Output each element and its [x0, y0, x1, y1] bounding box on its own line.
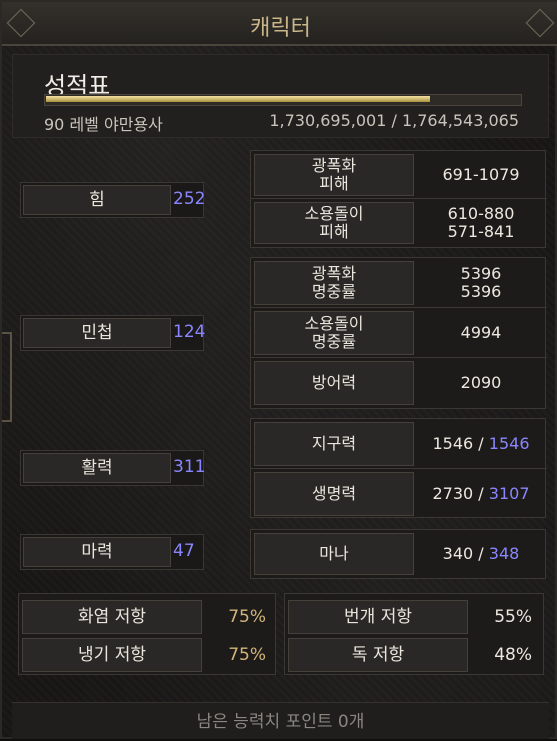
accuracy-block: 광폭화 명중률 5396 5396 소용돌이 명중률 4994 방어력 2090 [250, 257, 547, 409]
level-class-text: 90 레벨 야만용사 [44, 115, 163, 134]
value-line: 571-841 [447, 222, 515, 241]
stat-label: 광폭화 피해 [254, 154, 414, 196]
label-line: 피해 [319, 174, 349, 193]
lightning-resist-row[interactable]: 번개 저항 55% [288, 600, 540, 634]
character-panel: 캐릭터 성적표 90 레벨 야만용사 1,730,695,001 / 1,764… [0, 0, 557, 739]
label-line: 명중률 [311, 332, 357, 351]
resist-label: 냉기 저항 [22, 638, 202, 672]
stat-strength[interactable]: 힘 252 [20, 182, 206, 218]
stat-value: 340 / 348 [419, 533, 543, 575]
stamina-row[interactable]: 지구력 1546 / 1546 [251, 419, 547, 469]
label-line: 마나 [319, 544, 349, 563]
value-line: 610-880 [447, 204, 515, 223]
value-line: 5396 [460, 282, 502, 301]
stat-value: 1546 / 1546 [419, 422, 543, 466]
stat-energy[interactable]: 마력 47 [20, 534, 204, 570]
stat-value: 124 [173, 322, 206, 342]
value-line: 691-1079 [442, 165, 520, 184]
label-line: 소용돌이 [304, 204, 364, 223]
remaining-points-text: 남은 능력치 포인트 0개 [12, 702, 549, 739]
stat-value: 47 [173, 541, 195, 561]
whirlwind-damage-row[interactable]: 소용돌이 피해 610-880 571-841 [251, 199, 547, 248]
stat-label: 소용돌이 피해 [254, 202, 414, 244]
stat-dexterity[interactable]: 민첩 124 [20, 315, 206, 351]
stat-value: 5396 5396 [419, 261, 543, 305]
stat-label: 소용돌이 명중률 [254, 311, 414, 355]
resist-value: 75% [228, 607, 266, 627]
resist-value: 55% [494, 607, 532, 627]
label-line: 소용돌이 [304, 314, 364, 333]
vitals-block: 지구력 1546 / 1546 생명력 2730 / 3107 [250, 418, 547, 518]
stat-label: 마나 [254, 533, 414, 575]
separator: / [473, 544, 489, 563]
value-line: 4994 [460, 323, 502, 342]
mana-row[interactable]: 마나 340 / 348 [251, 530, 547, 579]
whirlwind-accuracy-row[interactable]: 소용돌이 명중률 4994 [251, 308, 547, 358]
label-line: 명중률 [311, 282, 357, 301]
window-title: 캐릭터 [250, 16, 311, 41]
max-value: 3107 [488, 484, 530, 503]
current-value: 1546 [432, 434, 474, 453]
separator: / [473, 484, 489, 503]
berserk-damage-row[interactable]: 광폭화 피해 691-1079 [251, 151, 547, 199]
separator: / [473, 434, 489, 453]
stat-label: 광폭화 명중률 [254, 261, 414, 305]
current-value: 2730 [432, 484, 474, 503]
life-row[interactable]: 생명력 2730 / 3107 [251, 469, 547, 518]
max-value: 1546 [488, 434, 530, 453]
side-ornament-icon [2, 332, 12, 422]
stat-value: 2730 / 3107 [419, 472, 543, 516]
cold-resist-row[interactable]: 냉기 저항 75% [22, 638, 272, 672]
resistance-block-right: 번개 저항 55% 독 저항 48% [284, 593, 544, 675]
experience-text: 1,730,695,001 / 1,764,543,065 [269, 111, 519, 130]
stat-value: 610-880 571-841 [419, 202, 543, 244]
label-line: 광폭화 [311, 264, 357, 283]
berserk-accuracy-row[interactable]: 광폭화 명중률 5396 5396 [251, 258, 547, 308]
label-line: 방어력 [311, 373, 357, 392]
stat-label: 힘 [23, 185, 171, 215]
stat-vitality[interactable]: 활력 311 [20, 450, 206, 486]
stat-value: 2090 [419, 361, 543, 405]
fire-resist-row[interactable]: 화염 저항 75% [22, 600, 272, 634]
stat-value: 691-1079 [419, 154, 543, 196]
resist-label: 독 저항 [288, 638, 468, 672]
stat-label: 방어력 [254, 361, 414, 405]
resist-value: 48% [494, 645, 532, 665]
label-line: 지구력 [311, 434, 357, 453]
title-bar: 캐릭터 [2, 2, 557, 46]
experience-bar-fill [46, 96, 430, 102]
value-line: 2090 [460, 373, 502, 392]
defense-row[interactable]: 방어력 2090 [251, 358, 547, 409]
stat-label: 생명력 [254, 472, 414, 516]
stat-label: 민첩 [23, 318, 171, 348]
current-value: 340 [442, 544, 474, 563]
stat-label: 활력 [23, 453, 171, 483]
resistance-block-left: 화염 저항 75% 냉기 저항 75% [18, 593, 276, 675]
max-value: 348 [488, 544, 520, 563]
stat-value: 311 [173, 457, 206, 477]
resist-value: 75% [228, 645, 266, 665]
label-line: 생명력 [311, 484, 357, 503]
stat-value: 4994 [419, 311, 543, 355]
poison-resist-row[interactable]: 독 저항 48% [288, 638, 540, 672]
value-line: 5396 [460, 264, 502, 283]
stat-label: 지구력 [254, 422, 414, 466]
experience-bar [44, 94, 522, 106]
stat-label: 마력 [23, 537, 171, 567]
label-line: 피해 [319, 222, 349, 241]
resist-label: 번개 저항 [288, 600, 468, 634]
stat-value: 252 [173, 189, 206, 209]
resist-label: 화염 저항 [22, 600, 202, 634]
label-line: 광폭화 [311, 156, 357, 175]
mana-block: 마나 340 / 348 [250, 529, 546, 579]
damage-block: 광폭화 피해 691-1079 소용돌이 피해 610-880 571-841 [250, 150, 547, 248]
